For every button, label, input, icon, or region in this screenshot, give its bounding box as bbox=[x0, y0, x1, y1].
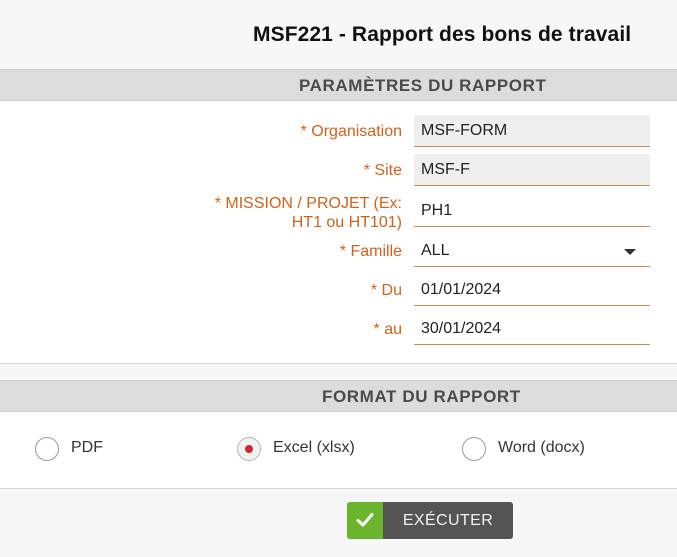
mission-label-line1: * MISSION / PROJET (Ex: bbox=[214, 195, 402, 212]
au-date-field[interactable]: 30/01/2024 bbox=[414, 313, 650, 345]
mission-label: * MISSION / PROJET (Ex: HT1 ou HT101) bbox=[215, 194, 402, 232]
page-title: MSF221 - Rapport des bons de travail bbox=[253, 23, 632, 46]
du-label: * Du bbox=[370, 282, 402, 299]
radio-label-excel: Excel (xlsx) bbox=[273, 439, 355, 456]
au-label: * au bbox=[373, 321, 402, 338]
params-panel: * Organisation MSF-FORM * Site MSF-F * M… bbox=[0, 101, 677, 364]
execute-button[interactable]: EXÉCUTER bbox=[347, 502, 513, 539]
params-section-header: PARAMÈTRES DU RAPPORT bbox=[0, 69, 677, 101]
format-section-title: FORMAT DU RAPPORT bbox=[322, 387, 521, 406]
du-date-field[interactable]: 01/01/2024 bbox=[414, 274, 650, 306]
params-section-title: PARAMÈTRES DU RAPPORT bbox=[299, 76, 547, 95]
famille-value: ALL bbox=[421, 242, 450, 259]
format-section-header: FORMAT DU RAPPORT bbox=[0, 380, 677, 412]
radio-pdf[interactable] bbox=[35, 437, 59, 461]
site-field[interactable]: MSF-F bbox=[414, 154, 650, 186]
mission-field[interactable]: PH1 bbox=[414, 195, 650, 227]
famille-select[interactable]: ALL bbox=[414, 235, 650, 267]
chevron-down-icon[interactable] bbox=[624, 249, 636, 255]
radio-excel[interactable] bbox=[237, 437, 261, 461]
mission-label-line2: HT1 ou HT101) bbox=[291, 214, 402, 231]
famille-label: * Famille bbox=[339, 243, 402, 260]
radio-word[interactable] bbox=[462, 437, 486, 461]
title-bar: MSF221 - Rapport des bons de travail bbox=[0, 0, 677, 69]
organisation-label: * Organisation bbox=[300, 123, 402, 140]
radio-label-pdf: PDF bbox=[71, 439, 103, 456]
check-icon bbox=[347, 502, 383, 539]
organisation-field[interactable]: MSF-FORM bbox=[414, 115, 650, 147]
format-panel: PDF Excel (xlsx) Word (docx) bbox=[0, 412, 677, 489]
execute-button-label: EXÉCUTER bbox=[402, 512, 494, 529]
site-label: * Site bbox=[363, 162, 402, 179]
radio-label-word: Word (docx) bbox=[498, 439, 585, 456]
